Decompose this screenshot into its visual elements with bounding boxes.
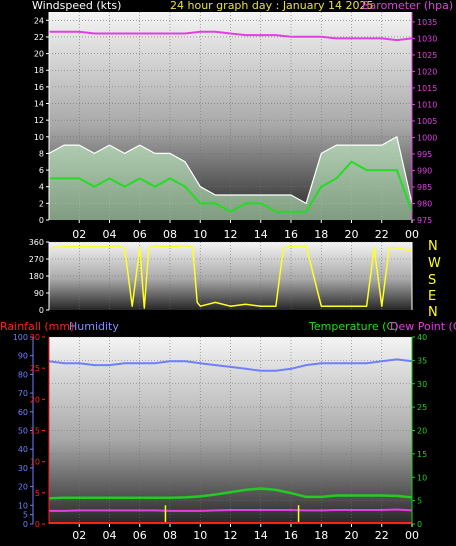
direction-y-tick-label: 360 (29, 238, 44, 247)
x-tick-label: 04 (103, 228, 117, 241)
direction-label-w: W (428, 256, 441, 271)
temperature-y-tick-label: 0 (417, 520, 422, 529)
temperature-y-tick-label: 35 (417, 356, 427, 365)
humidity-y-tick-label: 90 (18, 352, 28, 361)
x-tick-label: 06 (133, 228, 147, 241)
x-tick-label: 04 (103, 529, 117, 542)
temperature-y-tick-label: 30 (417, 380, 427, 389)
direction-label-e: E (428, 289, 436, 304)
humidity-y-tick-label: 50 (18, 427, 28, 436)
rainfall-y-tick-label: 0 (35, 520, 40, 529)
humidity-y-tick-label: 10 (18, 501, 28, 510)
windspeed-y-tick-label: 22 (34, 33, 44, 42)
humidity-y-tick-label: 60 (18, 408, 28, 417)
rainfall-y-tick-label: 30 (30, 333, 40, 342)
windspeed-y-tick-label: 10 (34, 133, 44, 142)
x-tick-label: 14 (254, 529, 268, 542)
temperature-title: Temperature (C) (308, 320, 398, 333)
windspeed-y-tick-label: 14 (34, 100, 44, 109)
temperature-y-tick-label: 20 (417, 427, 427, 436)
humidity-y-tick-label: 100 (13, 333, 28, 342)
rainfall-y-tick-label: 20 (30, 395, 40, 404)
barometer-title: Barometer (hpa) (362, 0, 453, 12)
x-tick-label: 18 (314, 228, 328, 241)
temperature-y-tick-label: 25 (417, 403, 427, 412)
rainfall-y-tick-label: 5 (35, 489, 40, 498)
windspeed-y-tick-label: 4 (39, 183, 44, 192)
barometer-y-tick-label: 995 (417, 150, 432, 159)
x-tick-label: 02 (72, 529, 86, 542)
weather-graphs: Windspeed (kts) 24 hour graph day : Janu… (0, 0, 456, 542)
x-tick-label: 22 (375, 529, 389, 542)
temperature-y-tick-label: 15 (417, 450, 427, 459)
humidity-y-tick-label: 20 (18, 483, 28, 492)
windspeed-y-tick-label: 24 (34, 16, 44, 25)
humidity-y-tick-label: 30 (18, 464, 28, 473)
dewpoint-title: Dew Point (C) (390, 320, 456, 333)
x-tick-label: 08 (163, 228, 177, 241)
humidity-y-tick-label: 5 (23, 511, 28, 520)
x-tick-label: 00 (405, 529, 419, 542)
direction-y-tick-label: 0 (39, 306, 44, 315)
direction-label-s: S (428, 273, 436, 288)
barometer-y-tick-label: 980 (417, 199, 432, 208)
x-tick-label: 08 (163, 529, 177, 542)
direction-y-tick-label: 270 (29, 255, 44, 264)
x-tick-label: 02 (72, 228, 86, 241)
x-tick-label: 12 (224, 228, 238, 241)
x-tick-label: 12 (224, 529, 238, 542)
x-tick-label: 20 (345, 529, 359, 542)
barometer-y-tick-label: 1000 (417, 133, 437, 142)
barometer-y-tick-label: 1020 (417, 67, 437, 76)
windspeed-y-tick-label: 2 (39, 199, 44, 208)
humidity-y-tick-label: 70 (18, 389, 28, 398)
barometer-y-tick-label: 1005 (417, 117, 437, 126)
graph-day-label: 24 hour graph day : January 14 2025 (170, 0, 374, 12)
temperature-y-tick-label: 40 (417, 333, 427, 342)
x-tick-label: 16 (284, 529, 298, 542)
windspeed-y-tick-label: 8 (39, 149, 44, 158)
barometer-y-tick-label: 1025 (417, 51, 437, 60)
barometer-y-tick-label: 1035 (417, 18, 437, 27)
x-tick-label: 20 (345, 228, 359, 241)
x-tick-label: 00 (405, 228, 419, 241)
direction-label-n-bottom: N (428, 305, 438, 320)
x-tick-label: 14 (254, 228, 268, 241)
x-tick-label: 10 (193, 228, 207, 241)
x-tick-label: 16 (284, 228, 298, 241)
humidity-title: Humidity (69, 320, 119, 333)
humidity-y-tick-label: 0 (23, 520, 28, 529)
direction-y-tick-label: 180 (29, 272, 44, 281)
rainfall-title: Rainfall (mm) (0, 320, 74, 333)
x-tick-label: 10 (193, 529, 207, 542)
temperature-y-tick-label: 5 (417, 497, 422, 506)
humidity-y-tick-label: 40 (18, 445, 28, 454)
direction-label-n-top: N (428, 239, 438, 254)
windspeed-y-tick-label: 12 (34, 116, 44, 125)
barometer-y-tick-label: 985 (417, 183, 432, 192)
humidity-y-tick-label: 80 (18, 370, 28, 379)
windspeed-y-tick-label: 6 (39, 166, 44, 175)
barometer-y-tick-label: 1010 (417, 100, 437, 109)
windspeed-y-tick-label: 18 (34, 66, 44, 75)
rainfall-y-tick-label: 10 (30, 458, 40, 467)
x-tick-label: 06 (133, 529, 147, 542)
rainfall-y-tick-label: 15 (30, 427, 40, 436)
dewpoint-line (49, 508, 413, 512)
x-tick-label: 22 (375, 228, 389, 241)
graphs-canvas: Windspeed (kts) 24 hour graph day : Janu… (0, 0, 456, 542)
rainfall-y-tick-label: 25 (30, 364, 40, 373)
windspeed-y-tick-label: 16 (34, 83, 44, 92)
barometer-y-tick-label: 1030 (417, 34, 437, 43)
direction-y-tick-label: 90 (34, 289, 44, 298)
barometer-y-tick-label: 990 (417, 166, 432, 175)
x-tick-label: 18 (314, 529, 328, 542)
windspeed-y-tick-label: 0 (39, 216, 44, 225)
barometer-y-tick-label: 1015 (417, 84, 437, 93)
windspeed-title: Windspeed (kts) (32, 0, 121, 12)
barometer-y-tick-label: 975 (417, 216, 432, 225)
windspeed-y-tick-label: 20 (34, 50, 44, 59)
temperature-y-tick-label: 10 (417, 473, 427, 482)
